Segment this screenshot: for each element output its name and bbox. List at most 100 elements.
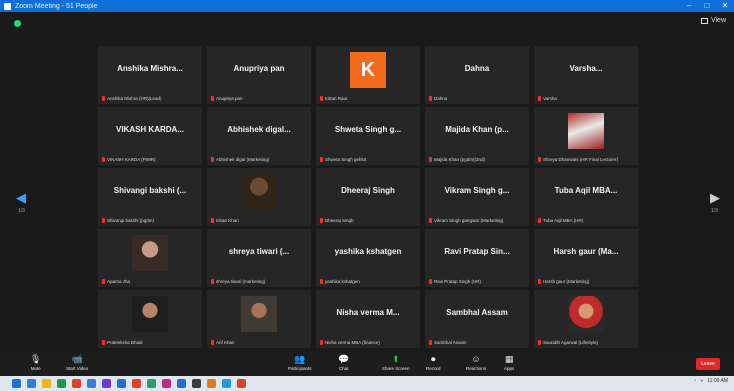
participant-tile[interactable]: Ishan Khan [207, 168, 311, 226]
participant-tile[interactable]: Arif Khan [207, 290, 311, 348]
participant-name-label: Nisha verma MBA (finance) [320, 340, 380, 345]
participant-tile[interactable]: Anupriya pan Anupriya pan [207, 46, 311, 104]
participant-tile[interactable]: Ravi Pratap Sin... Ravi Pratap Singh (HR) [425, 229, 529, 287]
participant-tile[interactable]: Sambhal Assam Sambhal Assam [425, 290, 529, 348]
participant-label-text: Vikram Singh gangwar (Marketing) [434, 218, 504, 223]
taskbar-app-icon[interactable] [237, 379, 246, 388]
participant-name-label: Anupriya pan [211, 96, 243, 101]
taskbar-app-icon[interactable] [57, 379, 66, 388]
participant-tile[interactable]: Varsha... Varsha [534, 46, 638, 104]
muted-mic-icon [320, 218, 323, 223]
participant-tile[interactable]: Harsh gaur (Ma... Harsh gaur (Marketing) [534, 229, 638, 287]
taskbar-app-icon[interactable] [102, 379, 111, 388]
minimize-icon[interactable]: – [680, 0, 698, 12]
taskbar-app-icon[interactable] [27, 379, 36, 388]
chat-button[interactable]: 💬 Chat [338, 354, 349, 371]
muted-mic-icon [429, 279, 432, 284]
record-button[interactable]: ⏺ Record [426, 354, 441, 371]
participant-name-label: Vikram Singh gangwar (Marketing) [429, 218, 503, 223]
taskbar-app-icon[interactable] [117, 379, 126, 388]
taskbar-app-icon[interactable] [42, 379, 51, 388]
taskbar-app-icon[interactable] [87, 379, 96, 388]
clock[interactable]: 11:09 AM [707, 378, 728, 384]
participant-label-text: VIKASH KARDA (PIMR) [107, 157, 156, 162]
taskbar-app-icon[interactable] [192, 379, 201, 388]
view-button[interactable]: View [700, 17, 726, 24]
participant-tile[interactable]: Shivangi bakshi (... Shivangi bakshi (pgd… [98, 168, 202, 226]
volume-icon[interactable]: ◖ [700, 378, 703, 384]
participant-tile[interactable]: Majida Khan (p... Majida Khan (pgdm)(2nd) [425, 107, 529, 165]
participant-label-text: Prateeksha Bhadi [107, 340, 143, 345]
gallery-grid-icon [700, 17, 708, 24]
taskbar-app-icon[interactable] [207, 379, 216, 388]
muted-mic-icon [102, 218, 105, 223]
participant-display-name: Varsha... [569, 64, 603, 73]
participant-tile[interactable]: Shreya Dhanwani (HR Final Lecturer) [534, 107, 638, 165]
windows-taskbar: ◔ ◖ 11:09 AM [0, 376, 734, 391]
video-button[interactable]: 📹 Start Video [66, 354, 88, 371]
participant-tile[interactable]: shreya tiwari (... shreya tiwari (marketi… [207, 229, 311, 287]
chat-label: Chat [338, 366, 349, 371]
taskbar-app-icon[interactable] [147, 379, 156, 388]
start-menu-icon[interactable] [12, 379, 21, 388]
window-title-bar: Zoom Meeting - 51 People – □ ✕ [0, 0, 734, 12]
participant-name-label: Shweta Singh gehlot [320, 157, 366, 162]
muted-mic-icon [538, 279, 541, 284]
previous-page-arrow-icon[interactable]: ◀ [16, 190, 26, 206]
taskbar-app-icon[interactable] [132, 379, 141, 388]
apps-button[interactable]: ▦ Apps [504, 354, 514, 371]
taskbar-app-icon[interactable] [72, 379, 81, 388]
taskbar-app-icon[interactable] [162, 379, 171, 388]
participant-initial-avatar: K [350, 52, 386, 88]
participant-tile[interactable]: VIKASH KARDA... VIKASH KARDA (PIMR) [98, 107, 202, 165]
view-label: View [710, 17, 726, 24]
participant-label-text: Varsha [543, 96, 557, 101]
record-icon: ⏺ [431, 354, 436, 364]
video-label: Start Video [66, 366, 89, 371]
participant-display-name: Dahna [464, 64, 490, 73]
participants-button[interactable]: 👥 Participants [288, 354, 312, 371]
participant-video-thumbnail [241, 174, 277, 210]
mute-button[interactable]: 🎙 Mute [30, 354, 41, 371]
participant-tile[interactable]: Prateeksha Bhadi [98, 290, 202, 348]
participant-gallery: Anshika Mishra... Anshika Mishra (HR)(Lea… [98, 46, 639, 350]
participant-tile[interactable]: Dheeraj Singh Dheeraj Singh [316, 168, 420, 226]
participant-name-label: Anshika Mishra (HR)(Lead) [102, 96, 162, 101]
next-page-arrow-icon[interactable]: ▶ [710, 190, 720, 206]
participant-tile[interactable]: Vikram Singh g... Vikram Singh gangwar (M… [425, 168, 529, 226]
participant-name-label: Varsha [538, 96, 557, 101]
participant-label-text: Ravi Pratap Singh (HR) [434, 279, 482, 284]
reactions-label: Reactions [466, 366, 487, 371]
participant-tile[interactable]: Aparna Jha [98, 229, 202, 287]
participant-name-label: Dheeraj Singh [320, 218, 354, 223]
participants-icon: 👥 [294, 354, 306, 364]
share-button[interactable]: ⬆ Share Screen [382, 354, 410, 371]
reactions-button[interactable]: ☺ Reactions [466, 354, 486, 371]
participant-display-name: Vikram Singh g... [444, 186, 510, 195]
participant-tile[interactable]: Saurabh Agarwal (Lifestyle) [534, 290, 638, 348]
video-icon: 📹 [71, 354, 83, 364]
muted-mic-icon [538, 340, 541, 345]
participant-tile[interactable]: Abhishek digal... Abhishek digal (Marketi… [207, 107, 311, 165]
participant-tile[interactable]: Dahna Dahna [425, 46, 529, 104]
wifi-icon[interactable]: ◔ [693, 378, 696, 384]
participant-label-text: yashika kshatgen [325, 279, 360, 284]
close-icon[interactable]: ✕ [716, 0, 734, 12]
maximize-icon[interactable]: □ [698, 0, 716, 12]
participant-tile[interactable]: Nisha verma M... Nisha verma MBA (finance… [316, 290, 420, 348]
participant-tile[interactable]: yashika kshatgen yashika kshatgen [316, 229, 420, 287]
muted-mic-icon [538, 96, 541, 101]
participant-tile[interactable]: Shweta Singh g... Shweta Singh gehlot [316, 107, 420, 165]
taskbar-app-icon[interactable] [177, 379, 186, 388]
taskbar-app-icon[interactable] [222, 379, 231, 388]
leave-button[interactable]: Leave [696, 358, 720, 370]
participant-tile[interactable]: K Kittan Raut [316, 46, 420, 104]
participant-label-text: Dheeraj Singh [325, 218, 354, 223]
participant-tile[interactable]: Anshika Mishra... Anshika Mishra (HR)(Lea… [98, 46, 202, 104]
participant-video-thumbnail [241, 296, 277, 332]
security-shield-icon[interactable] [14, 20, 21, 27]
muted-mic-icon [102, 340, 105, 345]
participant-display-name: Anupriya pan [233, 64, 285, 73]
participant-label-text: Harsh gaur (Marketing) [543, 279, 590, 284]
participant-tile[interactable]: Tuba Aqil MBA... Tuba Aqil MBA (HR) [534, 168, 638, 226]
